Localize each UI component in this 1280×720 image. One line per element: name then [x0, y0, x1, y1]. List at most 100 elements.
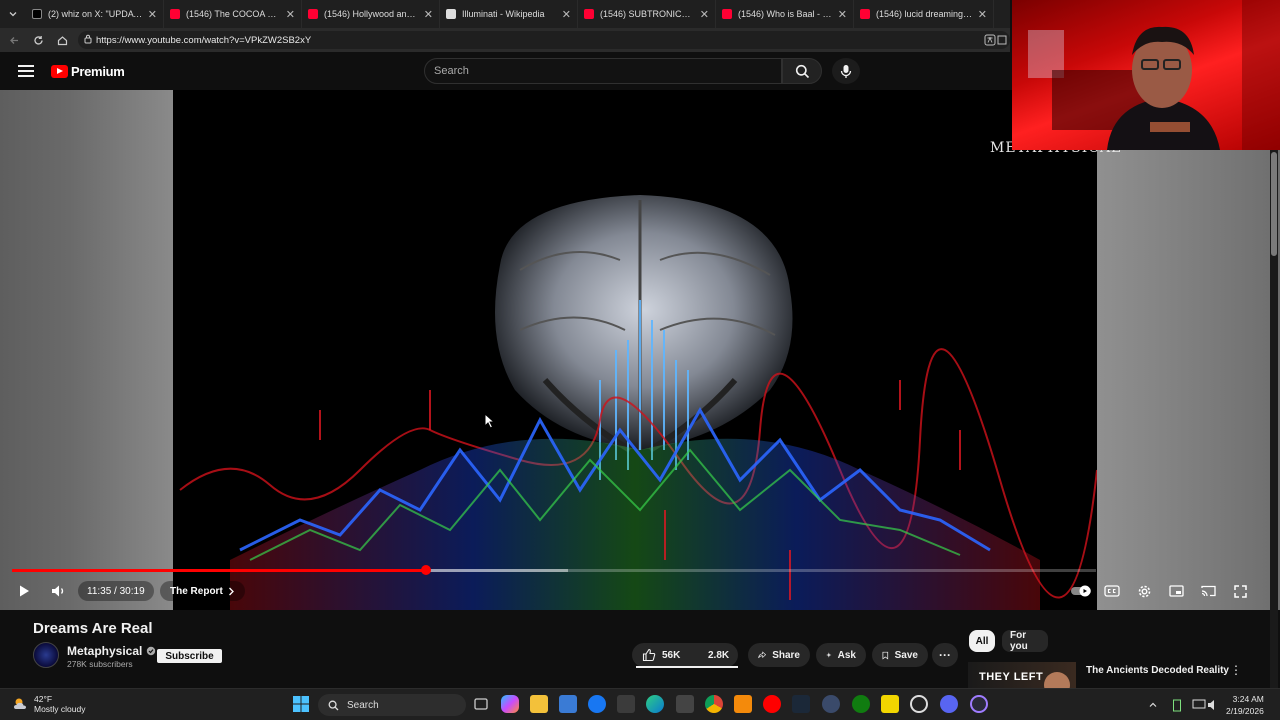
more-vertical-icon: ⋮ — [1230, 663, 1242, 677]
network-icon[interactable] — [1192, 699, 1206, 711]
page-scrollbar-track[interactable] — [1270, 150, 1278, 688]
tab-title: Illuminati - Wikipedia — [462, 9, 545, 19]
sticky-notes-app[interactable] — [881, 695, 899, 713]
browser-tab[interactable]: (1546) Hollywood and the O ✕ — [302, 0, 440, 28]
recommendation-menu-button[interactable]: ⋮ — [1230, 662, 1242, 678]
browser-tab-strip: (2) whiz on X: "UPDATE: @k ✕ (1546) The … — [0, 0, 1010, 28]
youtube-favicon-icon — [584, 9, 594, 19]
chapter-button[interactable]: The Report — [160, 581, 245, 601]
browser-tab[interactable]: (1546) lucid dreaming - You ✕ — [854, 0, 994, 28]
facebook-app[interactable] — [588, 695, 606, 713]
tab-close-icon[interactable]: ✕ — [700, 8, 709, 21]
chrome-app[interactable] — [705, 695, 723, 713]
reload-button[interactable] — [26, 28, 50, 52]
start-button[interactable] — [292, 695, 310, 713]
chip-for-you[interactable]: For you — [1002, 630, 1048, 652]
taskbar-search-box[interactable]: Search — [318, 694, 466, 716]
fullscreen-button[interactable] — [1230, 582, 1250, 600]
guide-menu-button[interactable] — [18, 65, 34, 77]
clock[interactable]: 3:24 AM 2/19/2026 — [1226, 693, 1264, 717]
tab-title: (1546) SUBTRONICS LIVE @ — [600, 9, 696, 19]
channel-name[interactable]: Metaphysical — [67, 644, 156, 658]
mute-button[interactable] — [48, 581, 70, 601]
tab-close-icon[interactable]: ✕ — [424, 8, 433, 21]
obs-app[interactable] — [910, 695, 928, 713]
recommendation-title[interactable]: The Ancients Decoded Reality — [1086, 665, 1229, 676]
channel-avatar[interactable] — [33, 642, 59, 668]
recommendation-thumbnail[interactable]: THEY LEFT — [968, 662, 1076, 688]
weather-temperature: 42°F — [34, 694, 53, 704]
subscriber-count: 278K subscribers — [67, 659, 133, 669]
back-button[interactable] — [2, 28, 26, 52]
calculator-app[interactable] — [676, 695, 694, 713]
chevron-up-icon[interactable] — [1148, 700, 1158, 710]
tab-close-icon[interactable]: ✕ — [148, 8, 157, 21]
autoplay-toggle[interactable] — [1070, 584, 1092, 598]
site-info-icon[interactable] — [84, 34, 92, 44]
subscribe-button[interactable]: Subscribe — [157, 649, 222, 663]
thumbs-up-icon — [642, 648, 656, 662]
youtube-favicon-icon — [170, 9, 180, 19]
miniplayer-icon — [1168, 585, 1184, 597]
home-icon — [57, 35, 67, 45]
cast-button[interactable] — [1198, 582, 1218, 600]
tab-title: (1546) Who is Baal - How a — [738, 9, 834, 19]
edge-browser-app[interactable] — [646, 695, 664, 713]
task-view-button[interactable] — [472, 695, 490, 713]
share-button[interactable]: Share — [748, 643, 810, 667]
miniplayer-button[interactable] — [1166, 582, 1186, 600]
browser-app[interactable] — [970, 695, 988, 713]
webcam-overlay — [1012, 0, 1280, 150]
browser-tab[interactable]: Illuminati - Wikipedia ✕ — [440, 0, 578, 28]
video-pillarbox-right — [1097, 150, 1280, 610]
tab-close-icon[interactable]: ✕ — [286, 8, 295, 21]
progress-scrubber-handle[interactable] — [420, 565, 431, 575]
discord-app[interactable] — [940, 695, 958, 713]
file-explorer-app[interactable] — [530, 695, 548, 713]
steam-app[interactable] — [792, 695, 810, 713]
tab-list-menu-button[interactable] — [0, 0, 26, 28]
youtube-favicon-icon — [722, 9, 732, 19]
page-scrollbar-thumb[interactable] — [1271, 152, 1277, 256]
subtitles-button[interactable] — [1102, 582, 1122, 600]
play-button[interactable] — [14, 581, 34, 601]
clock-time: 3:24 AM — [1232, 694, 1264, 704]
xbox-app[interactable] — [852, 695, 870, 713]
ask-button[interactable]: Ask — [816, 643, 866, 667]
voice-search-button[interactable] — [832, 58, 860, 84]
save-button[interactable]: Save — [872, 643, 928, 667]
amazon-app[interactable] — [617, 695, 635, 713]
chapter-title: The Report — [170, 585, 223, 597]
browser-tab[interactable]: (2) whiz on X: "UPDATE: @k ✕ — [26, 0, 164, 28]
search-button[interactable] — [782, 58, 822, 84]
chip-all[interactable]: All — [969, 630, 995, 652]
home-button[interactable] — [50, 28, 74, 52]
dislike-button[interactable]: 2.8K — [692, 643, 738, 667]
closed-captions-icon — [1104, 585, 1120, 597]
x-favicon-icon — [32, 9, 42, 19]
tab-close-icon[interactable]: ✕ — [562, 8, 571, 21]
volume-icon[interactable] — [1207, 699, 1221, 711]
tab-close-icon[interactable]: ✕ — [978, 8, 987, 21]
browser-tab[interactable]: (1546) Who is Baal - How a ✕ — [716, 0, 854, 28]
settings-button[interactable] — [1134, 582, 1154, 600]
extensions-button[interactable] — [994, 28, 1010, 52]
vlc-app[interactable] — [734, 695, 752, 713]
store-app[interactable] — [559, 695, 577, 713]
copilot-app[interactable] — [501, 695, 519, 713]
battery-icon[interactable] — [1172, 698, 1182, 712]
browser-tab[interactable]: (1546) The COCOA PUFFS C ✕ — [164, 0, 302, 28]
settings-app[interactable] — [822, 695, 840, 713]
chevron-right-icon — [228, 587, 234, 595]
clock-date: 2/19/2026 — [1226, 706, 1264, 716]
sparkle-icon — [826, 652, 832, 658]
address-bar[interactable]: https://www.youtube.com/watch?v=VPkZW2SB… — [78, 31, 1010, 49]
browser-tab[interactable]: (1546) SUBTRONICS LIVE @ ✕ — [578, 0, 716, 28]
weather-widget[interactable]: 42°F Mostly cloudy — [12, 694, 86, 714]
more-actions-button[interactable]: ··· — [932, 643, 958, 667]
tab-close-icon[interactable]: ✕ — [838, 8, 847, 21]
youtube-logo[interactable]: Premium — [51, 64, 125, 79]
youtube-app[interactable] — [763, 695, 781, 713]
search-input[interactable]: Search — [424, 58, 782, 84]
like-button[interactable]: 56K — [632, 643, 692, 667]
